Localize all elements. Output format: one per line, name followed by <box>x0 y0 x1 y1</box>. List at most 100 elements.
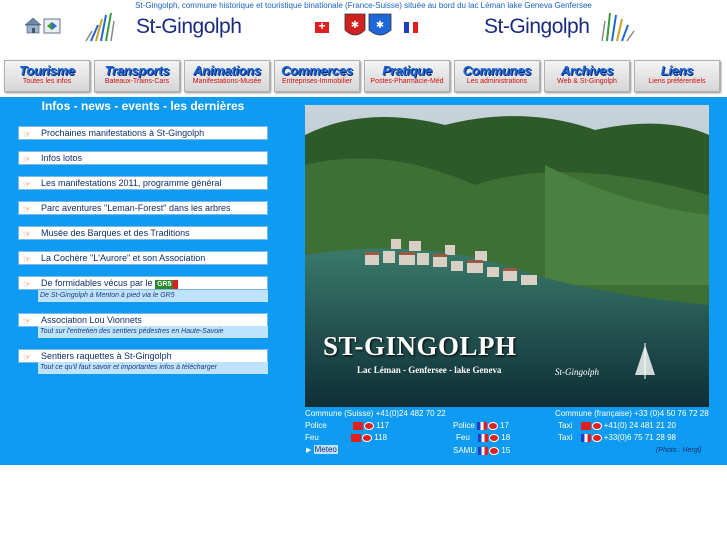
emergency-flags-ch-icon <box>351 433 373 442</box>
police-fr: Police 17 <box>453 421 509 430</box>
news-item-label: Parc aventures "Leman-Forest" dans les a… <box>41 203 231 213</box>
nav-animations[interactable]: Animations Manifestations-Musée <box>184 60 270 92</box>
site-tagline: St-Gingolph, commune historique et touri… <box>135 1 592 10</box>
samu-label: SAMU <box>453 446 477 455</box>
taxi-ch-label: Taxi <box>558 421 573 430</box>
pointing-hand-icon: ☞ <box>23 316 32 326</box>
svg-text:✱: ✱ <box>351 20 359 31</box>
news-item[interactable]: ☞ Les manifestations 2011, programme géné… <box>18 176 268 190</box>
news-item-description: Tout ce qu'il faut savoir et importantes… <box>38 362 268 374</box>
swiss-flag-icon[interactable] <box>315 19 329 33</box>
nav-title: Transports <box>104 63 170 78</box>
taxi-flags-fr-icon <box>580 433 603 442</box>
nav-subtitle: Bateaux-Trains-Cars <box>104 78 170 85</box>
commune-ch-phone: Commune (Suisse) +41(0)24 482 70 22 <box>305 409 446 418</box>
nav-subtitle: Liens préférentiels <box>648 78 706 85</box>
commune-fr-phone: Commune (française) +33 (0)4 50 76 72 28 <box>555 409 709 418</box>
nav-title: Communes <box>462 63 532 78</box>
home-icons[interactable] <box>23 15 63 40</box>
pointing-hand-icon: ☞ <box>23 179 32 189</box>
nav-archives[interactable]: Archives Web & St-Gingolph <box>544 60 630 92</box>
news-item[interactable]: ☞ De formidables vécus par le GR5 <box>18 276 268 290</box>
nav-title: Animations <box>193 63 261 78</box>
main-navigation: Tourisme Toutes les infos Transports Batea… <box>0 60 727 92</box>
emergency-flags-fr-icon <box>478 446 500 455</box>
french-flag-icon[interactable] <box>404 22 419 33</box>
village-photo: ST-GINGOLPH Lac Léman - Genfersee - lake… <box>305 105 709 407</box>
taxi-fr-label: Taxi <box>558 433 573 442</box>
logo-bars-icon <box>85 12 115 42</box>
svg-text:✱: ✱ <box>376 20 384 31</box>
samu-fr: SAMU 15 <box>453 446 510 455</box>
emergency-flags-fr-icon <box>478 433 500 442</box>
coat-of-arms-icon: ✱ ✱ <box>344 13 392 36</box>
police-ch-number: 117 <box>376 421 390 430</box>
logo-left[interactable]: St-Gingolph <box>84 11 254 43</box>
nav-subtitle: Web & St-Gingolph <box>557 78 617 85</box>
photo-signature: St-Gingolph <box>555 367 599 377</box>
pointing-hand-icon: ☞ <box>23 129 32 139</box>
news-item-label: Les manifestations 2011, programme génér… <box>41 178 222 188</box>
taxi-ch-number: +41(0) 24 481 21 20 <box>603 421 676 430</box>
nav-title: Commerces <box>281 63 353 78</box>
news-item[interactable]: ☞ Parc aventures "Leman-Forest" dans les … <box>18 201 268 215</box>
feu-ch: Feu 118 <box>305 433 387 442</box>
news-item[interactable]: ☞ Musée des Barques et des Traditions <box>18 226 268 240</box>
nav-transports[interactable]: Transports Bateaux-Trains-Cars <box>94 60 180 92</box>
news-item[interactable]: ☞ Sentiers raquettes à St-Gingolph <box>18 349 268 363</box>
pointing-hand-icon: ☞ <box>23 254 32 264</box>
photo-subtitle: Lac Léman - Genfersee - lake Geneva <box>357 365 502 375</box>
nav-subtitle: Les administrations <box>466 78 528 85</box>
taxi-fr-number: +33(0)6 75 71 28 98 <box>603 433 676 442</box>
feu-ch-number: 118 <box>374 433 388 442</box>
feu-fr: Feu 18 <box>456 433 510 442</box>
pointing-hand-icon: ☞ <box>23 154 32 164</box>
news-item-label: Musée des Barques et des Traditions <box>41 228 190 238</box>
news-item-description: De St-Gingolph à Menton à pied via le GR… <box>38 290 268 302</box>
home-icon[interactable] <box>23 15 63 35</box>
arrow-right-icon: ▶ <box>306 447 312 454</box>
nav-subtitle: Entreprises-Immobilier <box>281 78 353 85</box>
meteo-label: Meteo <box>313 445 338 454</box>
pointing-hand-icon: ☞ <box>23 352 32 362</box>
news-item[interactable]: ☞ Infos lotos <box>18 151 268 165</box>
pointing-hand-icon: ☞ <box>23 204 32 214</box>
feu-fr-number: 18 <box>501 433 511 442</box>
police-ch-label: Police <box>305 421 327 430</box>
news-item-label: Sentiers raquettes à St-Gingolph <box>41 351 172 361</box>
photo-title: ST-GINGOLPH <box>323 331 517 361</box>
news-item[interactable]: ☞ Association Lou Vionnets <box>18 313 268 327</box>
nav-pratique[interactable]: Pratique Postes-Pharmacie-Méd <box>364 60 450 92</box>
emergency-flags-ch-icon <box>353 421 375 430</box>
photo-credit: (Photo : Hergi) <box>656 447 702 454</box>
news-item[interactable]: ☞ Prochaines manifestations à St-Gingolph <box>18 126 268 140</box>
logo-right-text: St-Gingolph <box>484 15 590 38</box>
nav-title: Pratique <box>382 63 432 78</box>
taxi-fr: Taxi +33(0)6 75 71 28 98 <box>558 433 676 442</box>
news-item-label: De formidables vécus par le <box>41 278 153 288</box>
nav-communes[interactable]: Communes Les administrations <box>454 60 540 92</box>
meteo-link[interactable]: ▶ Meteo <box>306 445 338 454</box>
logo-right[interactable]: St-Gingolph <box>484 11 654 43</box>
news-item-label: Prochaines manifestations à St-Gingolph <box>41 128 205 138</box>
main-content: Infos - news - events - les dernières ☞ P… <box>0 97 727 465</box>
news-item-description: Tout sur l'entretien des sentiers pédest… <box>38 326 268 338</box>
nav-title: Archives <box>560 63 614 78</box>
pointing-hand-icon: ☞ <box>23 229 32 239</box>
emergency-flags-fr-icon <box>477 421 499 430</box>
news-heading: Infos - news - events - les dernières <box>41 99 245 113</box>
nav-title: Liens <box>660 63 694 78</box>
nav-subtitle: Postes-Pharmacie-Méd <box>370 78 444 85</box>
logo-bars-icon <box>601 12 635 42</box>
news-item-label: La Cochère "L'Aurore" et son Association <box>41 253 206 263</box>
nav-tourisme[interactable]: Tourisme Toutes les infos <box>4 60 90 92</box>
taxi-flags-ch-icon <box>580 421 603 430</box>
feu-ch-label: Feu <box>305 433 319 442</box>
nav-commerces[interactable]: Commerces Entreprises-Immobilier <box>274 60 360 92</box>
nav-liens[interactable]: Liens Liens préférentiels <box>634 60 720 92</box>
police-ch: Police 117 <box>305 421 389 430</box>
gr5-badge: GR5 <box>155 280 179 289</box>
news-item[interactable]: ☞ La Cochère "L'Aurore" et son Associatio… <box>18 251 268 265</box>
news-item-label: Association Lou Vionnets <box>41 315 142 325</box>
pointing-hand-icon: ☞ <box>23 279 32 289</box>
